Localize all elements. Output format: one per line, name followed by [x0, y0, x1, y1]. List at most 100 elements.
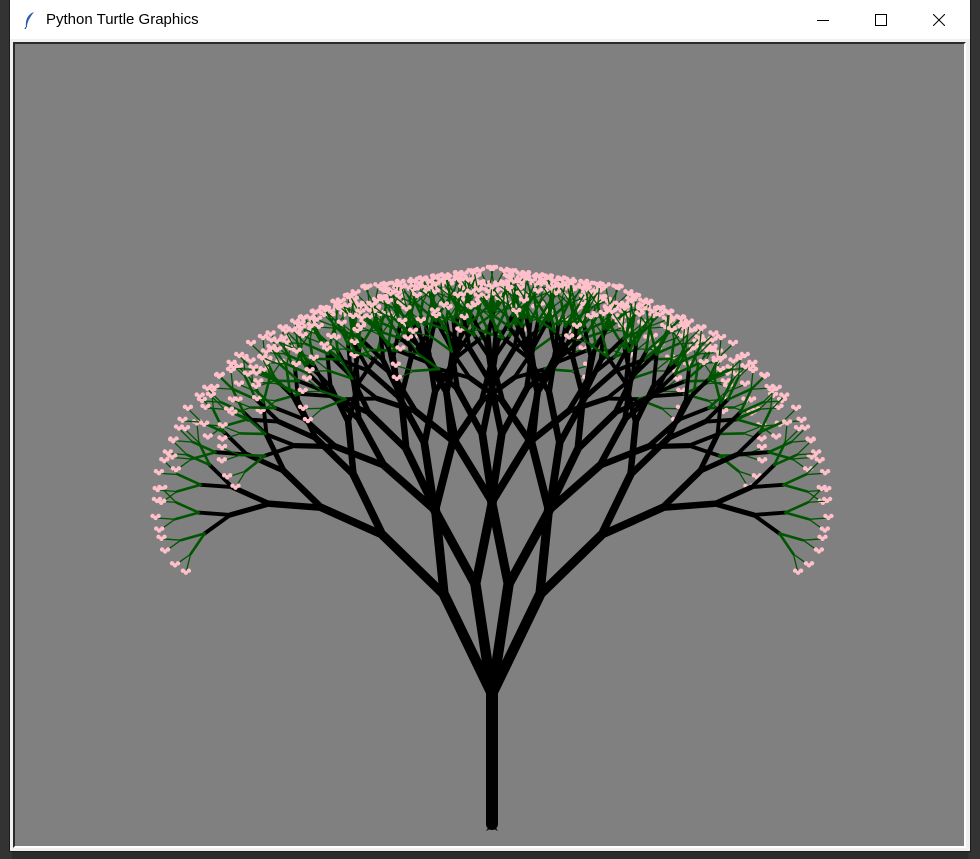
blossom: [233, 409, 238, 414]
blossom: [378, 294, 383, 299]
blossom: [173, 424, 179, 429]
blossom: [720, 378, 725, 383]
blossom: [227, 409, 232, 414]
blossom: [312, 321, 317, 327]
blossom: [448, 304, 453, 309]
title-bar[interactable]: Python Turtle Graphics: [10, 0, 970, 39]
blossom: [347, 312, 353, 317]
blossom: [578, 345, 583, 350]
blossom: [271, 337, 277, 342]
blossom: [827, 485, 832, 491]
blossom: [239, 363, 244, 368]
blossom: [765, 372, 771, 377]
blossom: [805, 424, 811, 429]
blossom: [480, 266, 486, 272]
blossom: [805, 437, 810, 442]
blossom: [685, 322, 690, 328]
blossom: [500, 279, 505, 284]
blossom: [823, 534, 828, 539]
blossom: [747, 366, 753, 372]
blossom: [702, 324, 707, 329]
blossom: [205, 420, 210, 425]
blossom: [402, 334, 408, 339]
blossom: [453, 270, 458, 275]
minimize-button[interactable]: [794, 0, 852, 39]
blossom: [286, 327, 291, 332]
blossom: [553, 282, 559, 287]
blossom: [391, 289, 396, 294]
blossom: [397, 317, 402, 322]
blossom: [257, 369, 262, 374]
blossom: [734, 357, 739, 362]
feather-icon: [22, 11, 38, 29]
blossom: [209, 383, 214, 389]
blossom: [159, 457, 164, 462]
blossom: [829, 513, 834, 519]
close-icon: [933, 13, 945, 26]
tree-branch: [343, 396, 380, 402]
maximize-button[interactable]: [852, 0, 910, 39]
blossom: [526, 270, 532, 275]
blossom: [825, 469, 831, 474]
blossom: [417, 291, 423, 297]
blossom: [217, 435, 222, 440]
blossom: [355, 323, 361, 328]
blossom: [360, 284, 365, 289]
blossom: [349, 338, 354, 344]
blossom: [745, 351, 750, 357]
blossom: [538, 276, 543, 281]
blossom: [230, 483, 235, 488]
blossom: [572, 286, 578, 292]
blossom: [676, 387, 681, 392]
blossom: [803, 561, 809, 566]
blossom: [572, 278, 578, 284]
blossom: [536, 280, 541, 285]
blossom: [162, 534, 167, 539]
blossom: [248, 364, 253, 369]
blossom: [538, 287, 544, 292]
blossom: [507, 268, 512, 273]
blossom: [413, 327, 419, 332]
tree-branch: [717, 432, 745, 436]
blossom: [182, 404, 188, 409]
blossom: [272, 343, 277, 349]
blossom: [559, 282, 565, 287]
blossom: [242, 370, 247, 375]
blossom: [643, 298, 648, 304]
blossom: [485, 264, 490, 270]
blossom: [475, 300, 481, 305]
blossom: [479, 292, 484, 297]
blossom: [351, 292, 356, 297]
blossom: [384, 294, 389, 299]
blossom: [493, 282, 498, 288]
blossom: [256, 382, 262, 387]
blossom: [429, 284, 434, 290]
blossom: [817, 534, 822, 539]
blossom: [577, 284, 582, 289]
blossom: [508, 277, 513, 282]
blossom: [811, 437, 816, 442]
blossom: [424, 277, 429, 282]
tree-branch: [196, 510, 233, 517]
blossom: [721, 366, 726, 371]
blossom: [226, 359, 231, 364]
blossom: [345, 292, 350, 297]
blossom: [355, 308, 360, 313]
blossom: [785, 392, 790, 397]
blossom: [579, 278, 584, 284]
blossom: [606, 282, 611, 287]
blossom: [455, 326, 460, 331]
blossom: [591, 288, 596, 293]
blossom: [712, 348, 718, 353]
blossom: [733, 339, 739, 345]
blossom: [233, 396, 238, 401]
blossom: [763, 457, 768, 462]
blossom: [277, 346, 283, 351]
blossom: [177, 416, 182, 421]
close-button[interactable]: [910, 0, 968, 39]
blossom: [310, 308, 315, 313]
blossom: [475, 268, 480, 273]
blossom: [298, 314, 304, 319]
turtle-canvas[interactable]: [15, 44, 964, 846]
blossom: [319, 341, 324, 346]
